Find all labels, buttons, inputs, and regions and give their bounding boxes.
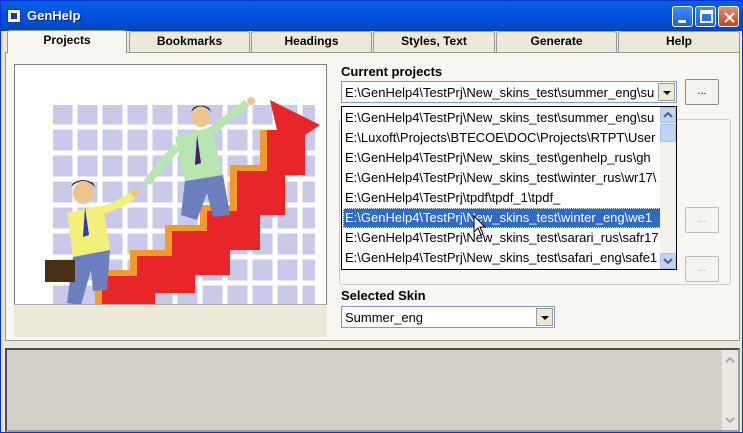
- tab-help[interactable]: Help: [618, 31, 740, 52]
- teamwork-clipart: [15, 65, 326, 336]
- chevron-up-icon[interactable]: [722, 352, 738, 368]
- list-item[interactable]: E:\GenHelp4\TestPrj\New_skins_test\genhe…: [343, 148, 661, 168]
- list-item[interactable]: E:\GenHelp4\TestPrj\New_skins_test\winte…: [343, 168, 661, 188]
- list-item[interactable]: E:\GenHelp4\TestPrj\New_skins_test\summe…: [343, 108, 661, 128]
- tab-projects[interactable]: Projects: [7, 30, 127, 53]
- dropdown-scrollbar[interactable]: [660, 107, 676, 269]
- tab-bookmarks[interactable]: Bookmarks: [129, 31, 250, 52]
- tab-headings[interactable]: Headings: [251, 31, 372, 52]
- maximize-button[interactable]: [695, 6, 716, 27]
- close-button[interactable]: [718, 6, 739, 27]
- side-button-2[interactable]: ...: [685, 256, 719, 282]
- list-item[interactable]: E:\GenHelp4\TestPrj\tpdf\tpdf_1\tpdf_: [343, 188, 661, 208]
- projects-dropdown-list[interactable]: E:\GenHelp4\TestPrj\New_skins_test\summe…: [341, 106, 677, 270]
- maximize-icon: [700, 10, 713, 23]
- scroll-down-button[interactable]: [660, 253, 676, 269]
- output-log-area[interactable]: [5, 348, 740, 432]
- chevron-down-icon: [663, 258, 673, 265]
- current-projects-combo[interactable]: E:\GenHelp4\TestPrj\New_skins_test\summe…: [341, 81, 677, 103]
- selected-skin-combo[interactable]: Summer_eng: [341, 306, 555, 328]
- minimize-button[interactable]: [672, 6, 693, 27]
- chevron-down-icon[interactable]: [722, 412, 738, 428]
- mouse-cursor-icon: [473, 215, 486, 236]
- selected-skin-value: Summer_eng: [345, 310, 424, 325]
- app-icon[interactable]: [7, 9, 21, 23]
- genhelp-window: GenHelp Projects Bookmarks Headings Styl…: [0, 0, 743, 433]
- browse-projects-button[interactable]: ...: [685, 79, 719, 105]
- minimize-icon: [678, 20, 686, 23]
- side-button-1[interactable]: ...: [685, 207, 719, 233]
- chevron-down-icon[interactable]: [536, 308, 553, 326]
- tab-generate[interactable]: Generate: [496, 31, 617, 52]
- tab-strip: Projects Bookmarks Headings Styles, Text…: [5, 30, 740, 53]
- scroll-up-button[interactable]: [660, 107, 676, 123]
- title-bar[interactable]: GenHelp: [1, 1, 742, 31]
- chevron-up-icon: [663, 111, 673, 118]
- chevron-down-icon[interactable]: [658, 83, 675, 101]
- current-projects-value: E:\GenHelp4\TestPrj\New_skins_test\summe…: [345, 85, 655, 100]
- close-icon: [724, 12, 735, 23]
- window-title: GenHelp: [27, 8, 81, 23]
- tab-styles-text[interactable]: Styles, Text: [373, 31, 495, 52]
- current-projects-label: Current projects: [341, 64, 443, 79]
- list-item[interactable]: E:\GenHelp4\TestPrj\New_skins_test\safar…: [343, 248, 661, 268]
- teamwork-illustration: [14, 64, 327, 337]
- selected-skin-label: Selected Skin: [341, 288, 426, 303]
- picture-footer: [14, 304, 327, 337]
- scroll-thumb[interactable]: [660, 124, 676, 142]
- list-item[interactable]: E:\Luxoft\Projects\BTECOE\DOC\Projects\R…: [343, 128, 661, 148]
- log-scrollbar[interactable]: [722, 350, 738, 430]
- list-item-selected[interactable]: E:\GenHelp4\TestPrj\New_skins_test\winte…: [343, 208, 661, 228]
- list-item[interactable]: E:\GenHelp4\TestPrj\New_skins_test\sarar…: [343, 228, 661, 248]
